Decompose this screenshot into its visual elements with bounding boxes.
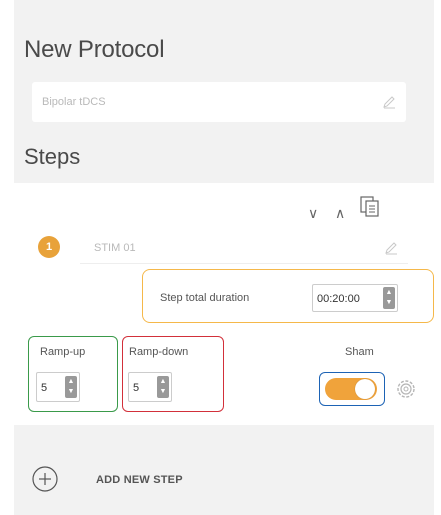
ramp-up-value: 5	[41, 382, 48, 394]
steps-heading: Steps	[24, 144, 81, 169]
decrement-icon[interactable]: ▼	[67, 388, 75, 396]
ramp-down-label: Ramp-down	[129, 346, 189, 358]
ramp-up-spinner[interactable]: ▲ ▼	[65, 376, 77, 398]
page-title: New Protocol	[24, 36, 165, 63]
toggle-knob	[355, 379, 375, 399]
pencil-icon[interactable]	[384, 241, 398, 255]
add-step-panel	[14, 425, 434, 515]
protocol-name-value: Bipolar tDCS	[42, 96, 106, 108]
ramp-up-input[interactable]: 5 ▲ ▼	[36, 372, 80, 402]
copy-icon[interactable]	[360, 196, 380, 218]
sham-label: Sham	[345, 346, 374, 358]
duration-input[interactable]: 00:20:00 ▲ ▼	[312, 284, 398, 312]
protocol-name-field[interactable]: Bipolar tDCS	[32, 82, 406, 122]
step-name-value: STIM 01	[94, 242, 136, 254]
step-name-field[interactable]: STIM 01	[80, 232, 408, 264]
ramp-down-input[interactable]: 5 ▲ ▼	[128, 372, 172, 402]
ramp-down-spinner[interactable]: ▲ ▼	[157, 376, 169, 398]
ramp-down-value: 5	[133, 382, 140, 394]
increment-icon[interactable]: ▲	[385, 289, 393, 297]
plus-circle-icon[interactable]	[32, 466, 58, 492]
add-step-button[interactable]: ADD NEW STEP	[96, 474, 183, 486]
pencil-icon[interactable]	[382, 95, 396, 109]
duration-value: 00:20:00	[317, 293, 360, 305]
duration-spinner[interactable]: ▲ ▼	[383, 287, 395, 309]
move-step-up-button[interactable]: ∧	[335, 205, 345, 222]
decrement-icon[interactable]: ▼	[385, 299, 393, 307]
increment-icon[interactable]: ▲	[67, 378, 75, 386]
ramp-up-label: Ramp-up	[40, 346, 86, 358]
sham-toggle[interactable]	[325, 378, 377, 400]
decrement-icon[interactable]: ▼	[159, 388, 167, 396]
duration-label: Step total duration	[160, 292, 250, 304]
step-number-badge: 1	[38, 236, 60, 258]
move-step-down-button[interactable]: ∨	[308, 205, 318, 222]
increment-icon[interactable]: ▲	[159, 378, 167, 386]
gear-icon[interactable]	[395, 378, 417, 400]
